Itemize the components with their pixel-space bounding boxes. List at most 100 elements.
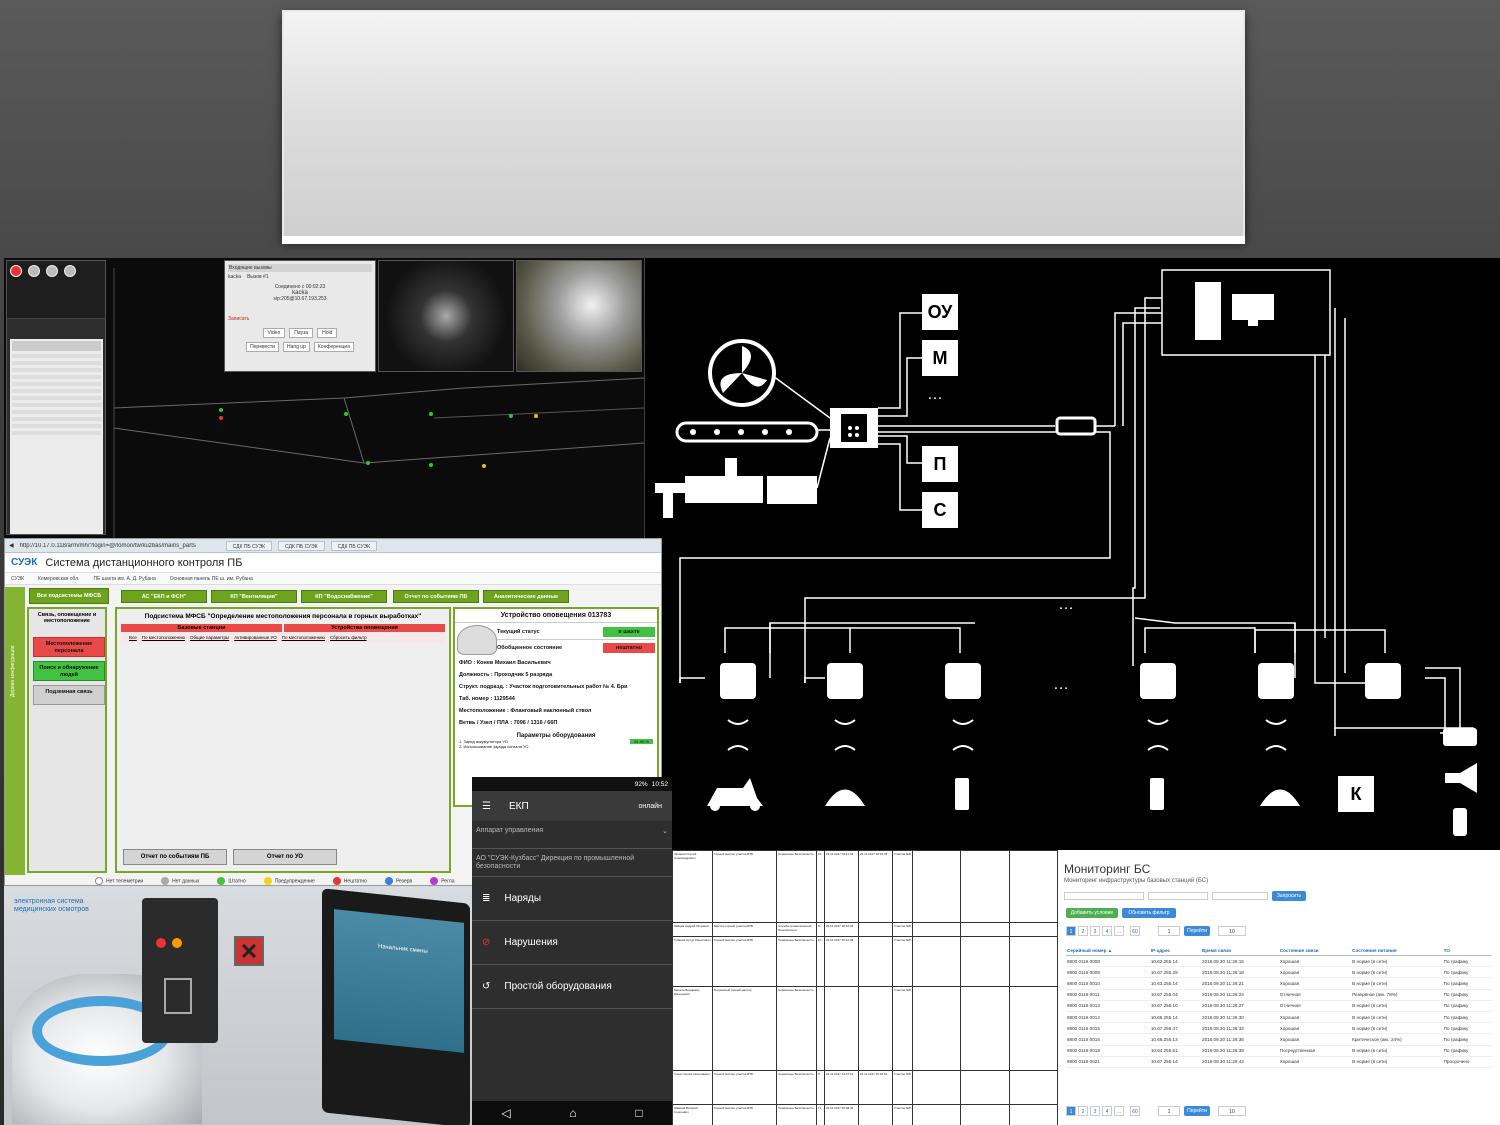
page-link[interactable]: 4 [1102,1106,1112,1116]
underground-comm-button[interactable]: Подземная связь [33,685,105,705]
table-row[interactable]: 6900 0116 0010 10.63.255.14 2018.08.30 11:… [1066,977,1492,990]
column-header[interactable]: ТО [1442,946,1492,956]
home-icon[interactable]: ⌂ [569,1106,576,1120]
dialog-tab[interactable]: Вызов #1 [247,274,269,280]
page-link[interactable]: 3 [1090,1106,1100,1116]
events-report-button[interactable]: Отчет по событиям ПБ [393,590,479,603]
back-icon[interactable]: ◀ [9,542,14,549]
hold-button[interactable]: Hold [317,328,338,338]
person-marker[interactable] [344,412,348,416]
warning-marker[interactable] [482,464,486,468]
address-bar[interactable]: http://10.17.0.118/arm/mh/?login=@/lomon… [20,543,220,549]
filter-by-location-2[interactable]: По местоположению [282,635,325,640]
browser-tab[interactable]: СДК ПБ СУЭК [225,540,273,551]
menu-violations[interactable]: ⊘ Нарушения [472,921,672,965]
filter-common[interactable]: Общие параметры [190,635,229,640]
bell-icon[interactable] [28,265,40,277]
goto-page-button[interactable]: Перейти [1184,1106,1210,1116]
tab-base-stations[interactable]: Базовые станции [121,624,282,632]
config-tree-strip[interactable]: Дерево конфигурации [5,587,25,885]
ekp-button[interactable]: АС "ЕКП и ФСН" [121,590,207,603]
people-search-button[interactable]: Поиск и обнаружение людей [33,661,105,681]
table-row[interactable]: 6900 0116 0009 10.67.255.29 2018.08.30 11:… [1066,966,1492,979]
menu-orders[interactable]: ≣ Наряды [472,877,672,921]
breadcrumb-item[interactable]: Кемеровская обл. [38,576,79,582]
page-link[interactable]: 60 [1130,1106,1140,1116]
page-link[interactable]: 60 [1130,926,1140,936]
person-marker[interactable] [509,414,513,418]
per-page-select[interactable]: 10 [1218,926,1246,936]
table-row[interactable]: 6900 0116 0018 10.64.255.61 2018.08.30 11:… [1066,1045,1492,1057]
conference-button[interactable]: Конференция [313,342,354,352]
water-supply-button[interactable]: КП "Водоснабжение" [301,590,387,603]
page-number-input[interactable]: 1 [1158,1106,1180,1116]
list-icon[interactable] [64,265,76,277]
menu-downtime[interactable]: ↺ Простой оборудования [472,965,672,1009]
breadcrumb-item[interactable]: ПЕ шахта им. А. Д. Рубана [94,576,156,582]
division-select[interactable]: АО "СУЭК-Кузбасс" Дирекция по промышленн… [472,849,672,877]
page-link[interactable]: ... [1114,1106,1124,1116]
hamburger-icon[interactable]: ☰ [482,801,491,812]
column-header[interactable]: IP-адрес [1149,946,1202,956]
kiosk-screen[interactable]: Начальник смены [334,909,464,1053]
refresh-filter-button[interactable]: Обновить фильтр [1122,908,1176,918]
browser-tab[interactable]: СДК ПБ СУЭК [330,540,378,551]
reset-filter-button[interactable]: Сбросить фильтр [330,635,367,640]
filter-value[interactable] [1212,892,1268,900]
video-button[interactable]: Video [262,328,286,338]
column-header[interactable]: Состояние питания [1351,946,1443,956]
person-marker-alert[interactable] [219,416,223,420]
page-link[interactable]: 1 [1066,926,1076,936]
uo-report-button[interactable]: Отчет по УО [233,849,337,865]
breadcrumb-item[interactable]: СУЭК [11,576,24,582]
person-marker[interactable] [366,461,370,465]
column-header[interactable]: Время связи [1201,946,1279,956]
hangup-button[interactable]: Hang up [282,342,310,352]
query-button[interactable]: Запросить [1272,891,1306,901]
all-subsystems-button[interactable]: Все подсистемы МФСБ [29,588,109,604]
page-link[interactable]: 2 [1078,1106,1088,1116]
column-header[interactable]: Состояние связи [1278,946,1352,956]
filter-all[interactable]: Все [129,635,137,640]
breadcrumb-item[interactable]: Основная панель ПЕ ш. им. Рубана [170,576,253,582]
alarm-icon[interactable] [10,265,22,277]
recents-icon[interactable]: □ [635,1106,642,1120]
close-icon[interactable] [46,265,58,277]
table-row[interactable]: 6900 0116 0011 10.67.255.04 2018.08.30 11:… [1066,989,1492,1001]
page-link[interactable]: 3 [1090,926,1100,936]
page-link[interactable]: 2 [1078,926,1088,936]
add-condition-button[interactable]: Добавить условие [1066,908,1118,918]
warning-marker[interactable] [534,414,538,418]
page-link[interactable]: 1 [1066,1106,1076,1116]
analytics-button[interactable]: Аналитические данные [483,590,569,603]
person-marker[interactable] [429,463,433,467]
table-row[interactable]: 6900 0116 0014 10.65.255.14 2018.08.30 11:… [1066,1011,1492,1024]
table-row[interactable]: 6900 0116 0008 10.62.255.14 2018.08.30 11:… [1066,955,1492,968]
page-number-input[interactable]: 1 [1158,926,1180,936]
personnel-location-button[interactable]: Местоположение персонала [33,637,105,657]
table-row[interactable]: 6900 0116 0016 10.66.255.13 2018.08.30 11:… [1066,1033,1492,1046]
per-page-select[interactable]: 10 [1218,1106,1246,1116]
filter-by-location[interactable]: По местоположению [142,635,185,640]
filter-operator[interactable] [1148,892,1208,900]
filter-activated[interactable]: Активированные УО [234,635,277,640]
person-marker[interactable] [429,412,433,416]
filter-field[interactable] [1064,892,1144,900]
browser-tab[interactable]: СДК ПБ СУЭК [278,540,325,551]
pause-button[interactable]: Пауза [289,328,314,338]
page-link[interactable]: 4 [1102,926,1112,936]
back-icon[interactable]: ◁ [501,1106,510,1120]
events-report-bottom-button[interactable]: Отчет по событиям ПБ [123,849,227,865]
table-row[interactable]: 6900 0116 0013 10.67.255.10 2018.08.30 11:… [1066,1000,1492,1012]
record-button[interactable]: Записать [228,316,372,322]
goto-page-button[interactable]: Перейти [1184,926,1210,936]
dialog-tab[interactable]: kacka [228,274,241,280]
table-row[interactable]: 6900 0116 0015 10.67.255.47 2018.08.30 11:… [1066,1022,1492,1035]
mode-select[interactable]: онлайн [638,803,672,810]
transfer-button[interactable]: Перевести [246,342,279,352]
column-header[interactable]: Серийный номер ▲ [1066,946,1150,956]
tab-alert-devices[interactable]: Устройства оповещения [284,624,445,632]
ventilation-button[interactable]: КП "Вентиляция" [211,590,297,603]
table-row[interactable]: 6900 0116 0021 10.67.255.14 2018.08.30 11:… [1066,1056,1492,1068]
person-marker[interactable] [219,408,223,412]
